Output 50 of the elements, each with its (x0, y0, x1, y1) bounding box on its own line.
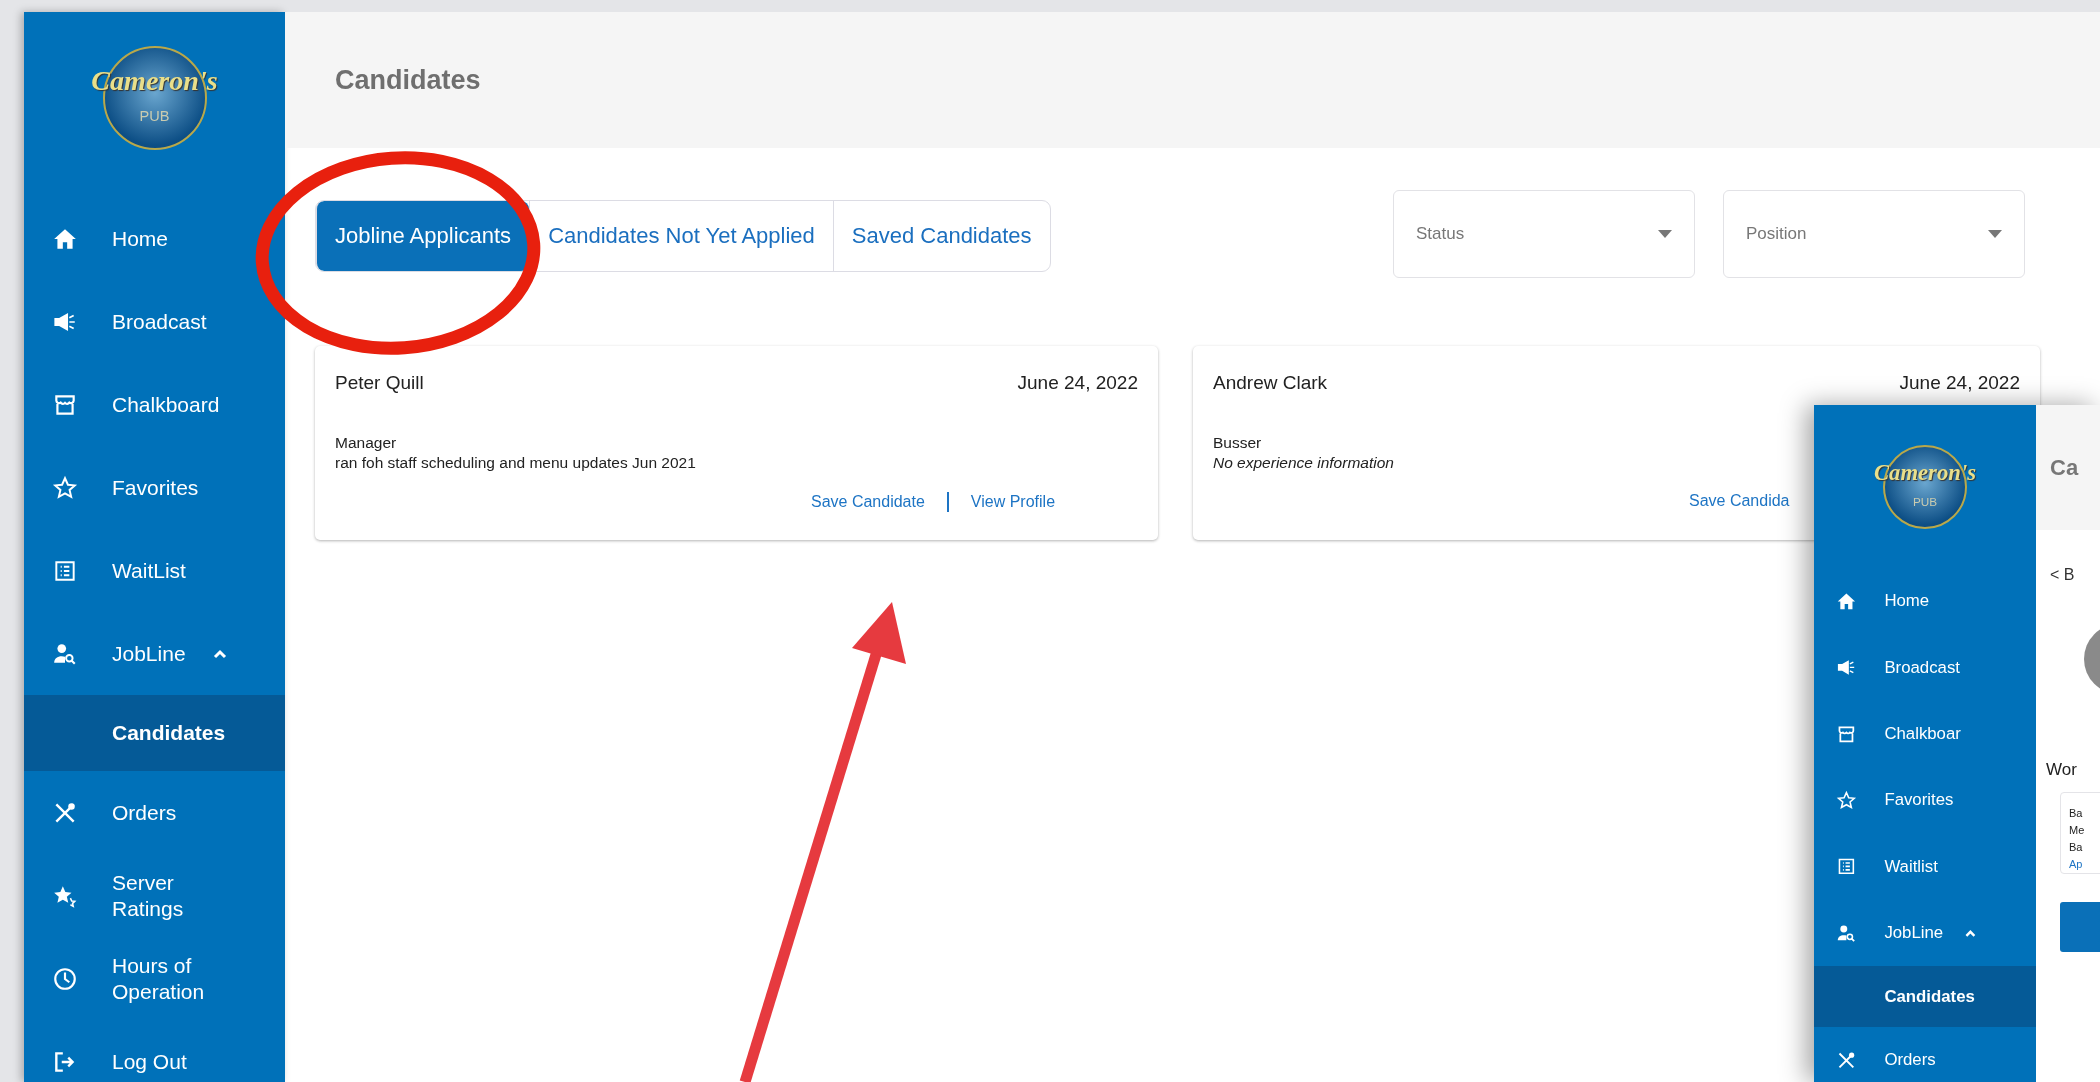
logo-subtitle: PUB (1911, 494, 1939, 508)
back-link[interactable]: < B (2050, 566, 2100, 584)
page-title: Candidates (285, 12, 2100, 148)
nav-subitem[interactable]: Candidates (24, 695, 285, 771)
experience-text: ran foh staff scheduling and menu updates Jun 2021 (335, 454, 697, 472)
position-label: Manager (335, 434, 398, 452)
section-heading: Wor (2046, 760, 2078, 780)
nav-item[interactable]: JobLine (1814, 899, 2036, 967)
star-icon (1836, 789, 1858, 811)
dropdown-arrow-icon (1988, 230, 2002, 238)
nav-item[interactable]: Orders (24, 771, 285, 854)
card-link[interactable]: Save Candida (1689, 492, 1790, 510)
nav-item[interactable]: Broadcast (1814, 634, 2036, 701)
card-link[interactable]: View Profile (970, 493, 1056, 511)
card-link[interactable]: Save Candidate (811, 493, 925, 511)
experience-line: Ba (2069, 840, 2084, 855)
star-icon (52, 474, 78, 501)
nav-item[interactable]: Chalkboar (1814, 700, 2036, 768)
dropdown-field[interactable]: Position (1723, 190, 2025, 278)
tab[interactable]: Saved Candidates (832, 201, 1050, 271)
nav-item[interactable]: Waitlist (1814, 833, 2036, 900)
nav-subitem[interactable]: Candidates (1814, 966, 2036, 1028)
card-link[interactable]: Ap (2069, 856, 2100, 873)
nav-item[interactable]: Favorites (1814, 767, 2036, 834)
nav-item[interactable]: Home (1814, 568, 2036, 635)
experience-text: No experience information (1213, 454, 1395, 472)
dropdown-arrow-icon (1658, 230, 1672, 238)
nav-item[interactable]: Chalkboard (24, 363, 285, 446)
experience-line: Ba (2069, 806, 2084, 821)
application-date: June 24, 2022 (1899, 372, 2020, 394)
logo-subtitle: PUB (138, 108, 171, 125)
tab[interactable]: Jobline Applicants (316, 201, 530, 271)
application-date: June 24, 2022 (1017, 372, 1138, 394)
nav-item[interactable]: Favorites (24, 446, 285, 529)
nav-item[interactable]: Broadcast (24, 280, 285, 363)
dropdown-field[interactable]: Status (1393, 190, 1695, 278)
nav-item[interactable]: Log Out (24, 1020, 285, 1082)
nav-item[interactable]: JobLine (24, 612, 285, 695)
tab[interactable]: Candidates Not Yet Applied (529, 201, 833, 271)
nav-item[interactable]: Home (24, 197, 285, 280)
candidate-name: Andrew Clark (1213, 372, 1328, 394)
nav-item[interactable]: Server Ratings (24, 854, 285, 937)
position-label: Busser (1213, 434, 1263, 452)
nav-item[interactable]: WaitList (24, 529, 285, 612)
nav-item[interactable]: Hours of Operation (24, 937, 285, 1020)
experience-line: Me (2069, 823, 2086, 838)
nav-item[interactable]: Orders (1814, 1027, 2036, 1082)
candidate-name: Peter Quill (335, 372, 424, 394)
clock-icon (52, 965, 78, 992)
page-title: Ca (2036, 405, 2100, 530)
